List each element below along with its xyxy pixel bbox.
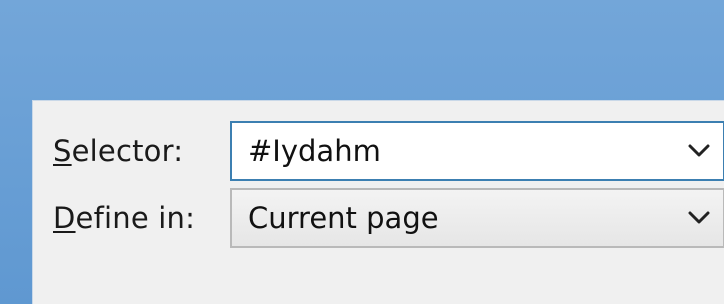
define-in-selected-value: Current page [248,201,439,235]
selector-combobox[interactable]: #Iydahm [230,121,724,181]
dialog-window: Selector: #Iydahm Define in: Current pag… [0,0,724,304]
define-in-row: Define in: Current page [33,188,724,248]
chevron-down-icon [688,144,710,157]
selector-label-text: elector: [71,134,184,168]
dialog-body: Selector: #Iydahm Define in: Current pag… [32,100,724,304]
chevron-down-icon [688,211,710,224]
selector-label: Selector: [53,121,183,181]
selector-row: Selector: #Iydahm [33,121,724,181]
define-in-dropdown-button[interactable] [675,190,723,246]
define-in-label: Define in: [53,188,195,248]
selector-dropdown-button[interactable] [675,123,723,179]
define-in-select[interactable]: Current page [230,188,724,248]
title-bar[interactable] [0,0,724,100]
selector-label-accelerator: S [53,134,72,168]
define-in-label-text: efine in: [75,201,196,235]
define-in-label-accelerator: D [53,201,76,235]
selector-input[interactable]: #Iydahm [248,123,381,179]
